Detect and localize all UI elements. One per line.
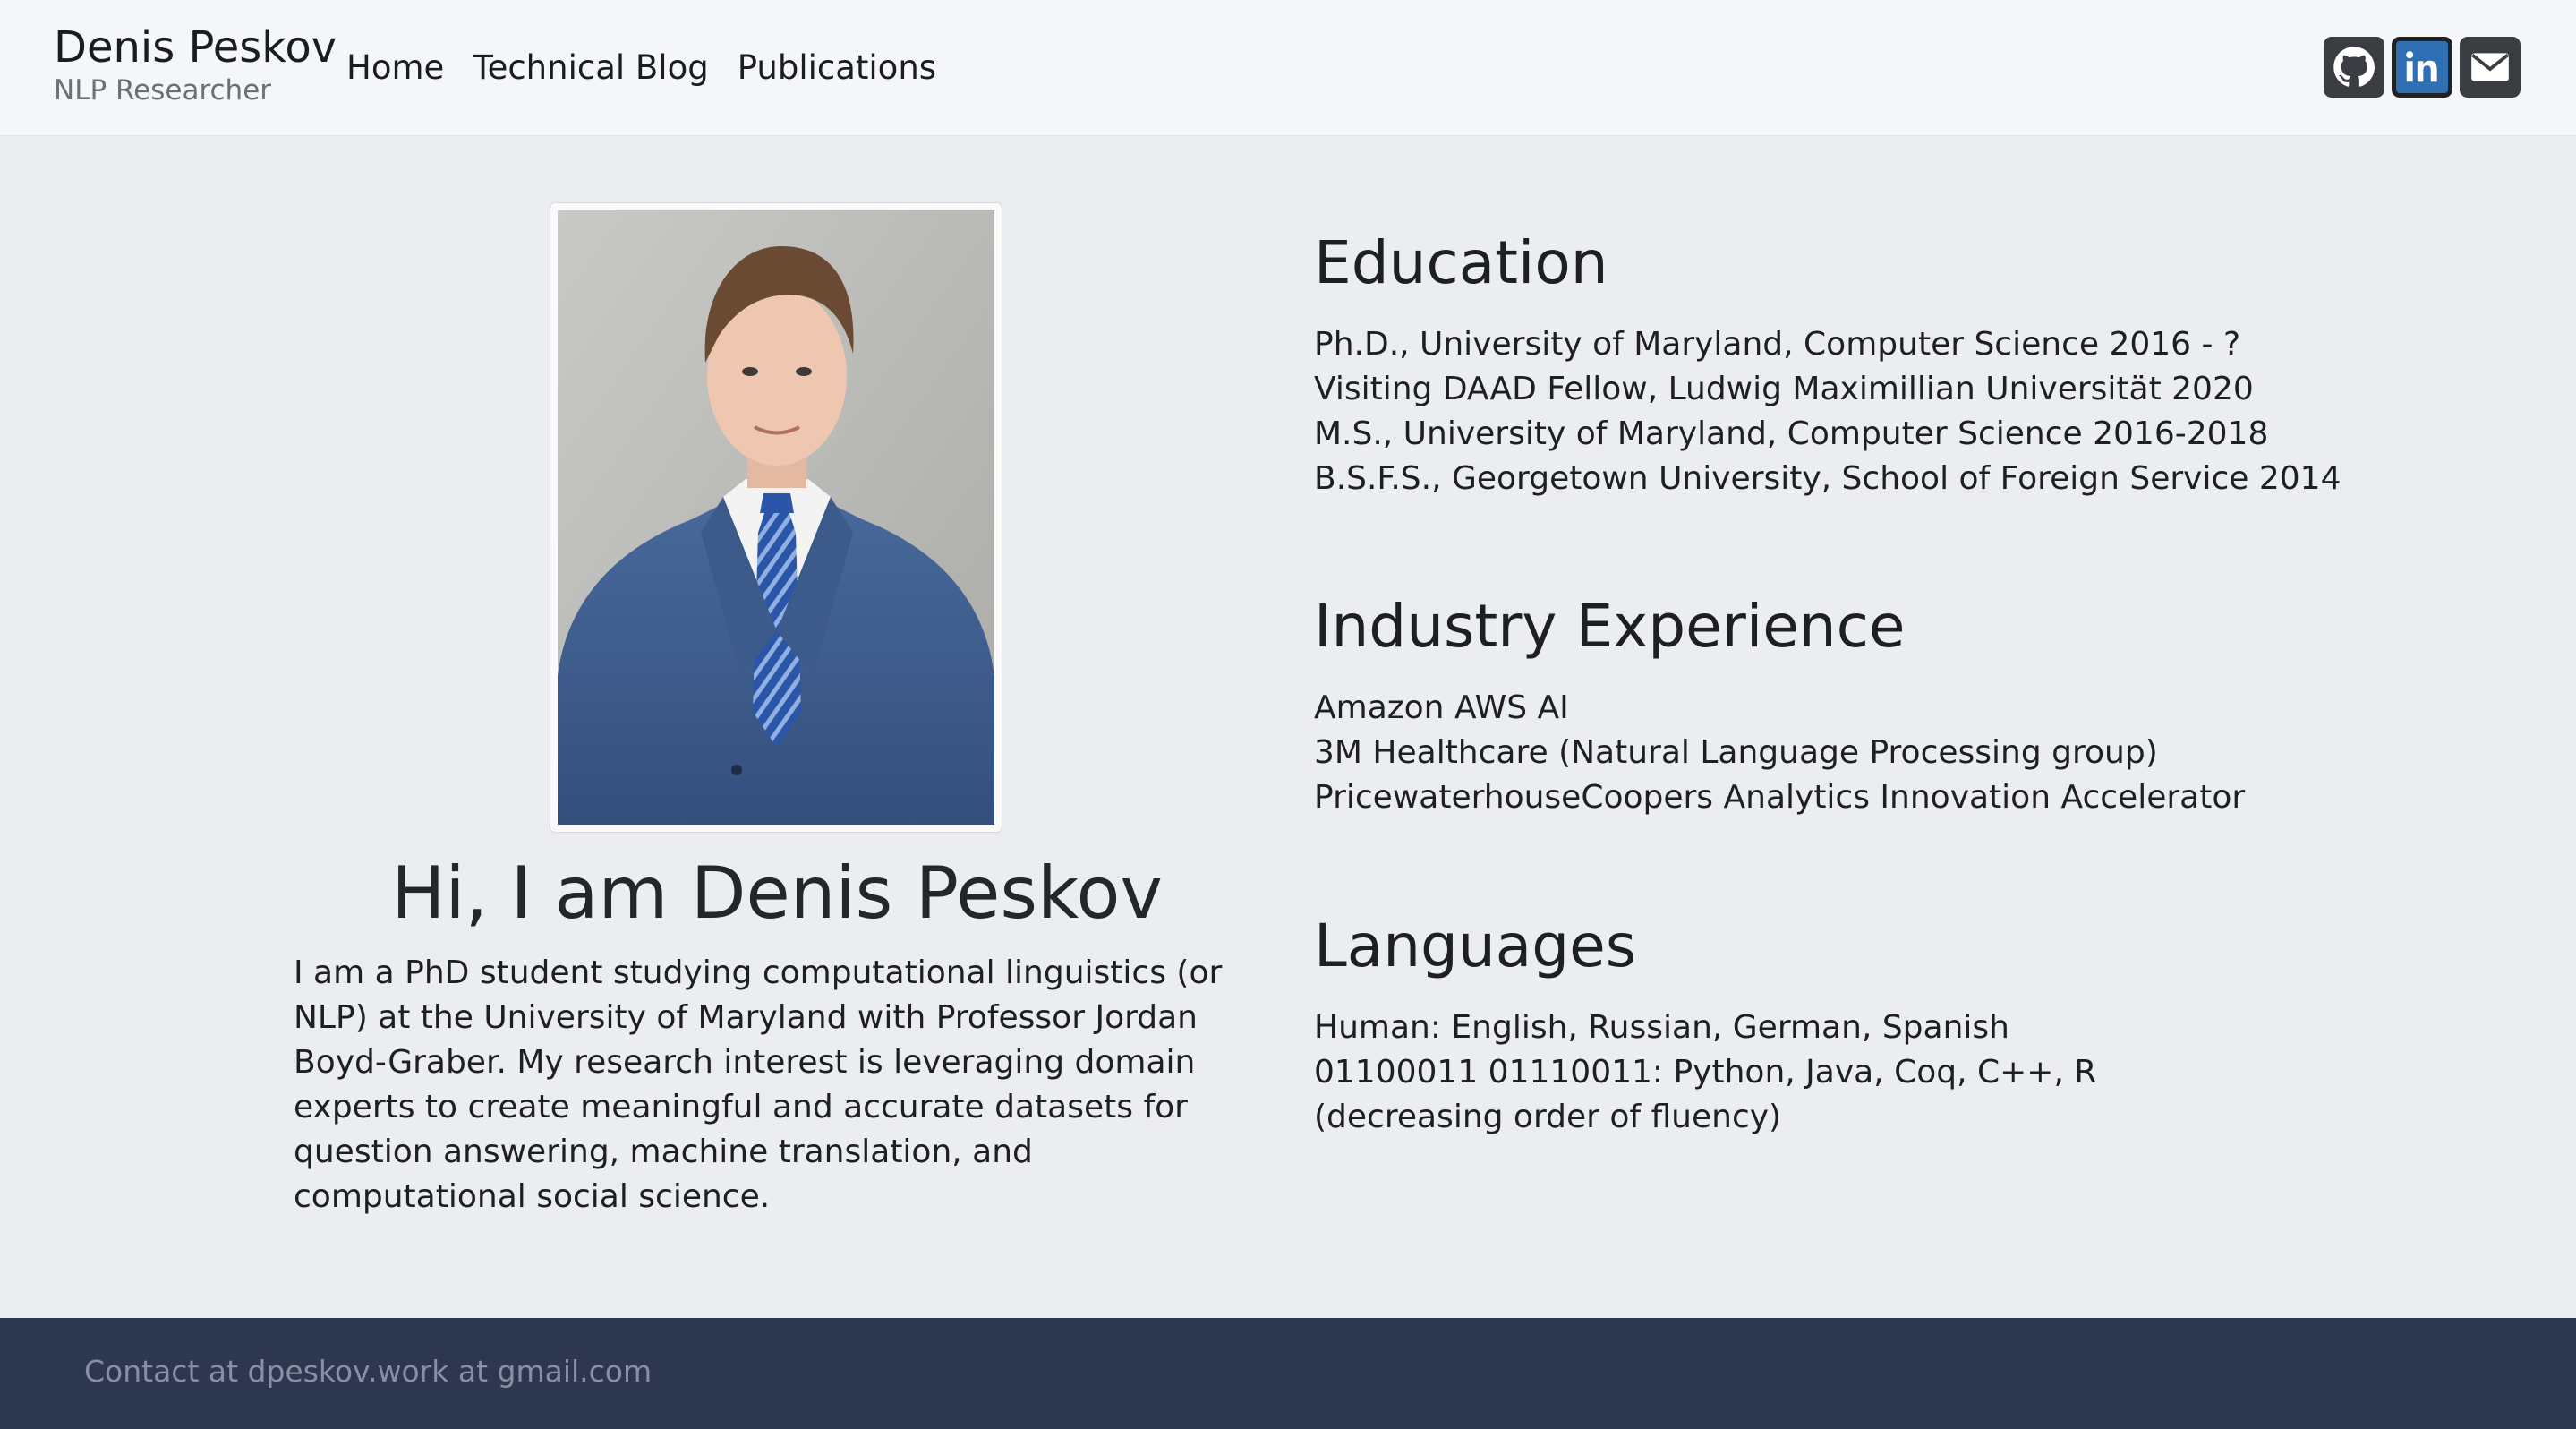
linkedin-button[interactable] (2392, 37, 2452, 98)
linkedin-icon (2406, 51, 2437, 82)
social-links (2324, 37, 2521, 98)
profile-photo-frame (550, 202, 1002, 833)
footer-contact-text: Contact at dpeskov.work at gmail.com (84, 1354, 653, 1389)
education-item: Visiting DAAD Fellow, Ludwig Maximillian… (1314, 371, 2254, 407)
brand[interactable]: Denis Peskov NLP Researcher (54, 21, 337, 107)
footer: Contact at dpeskov.work at gmail.com (0, 1318, 2576, 1429)
education-item: M.S., University of Maryland, Computer S… (1314, 415, 2269, 452)
main-nav: Home Technical Blog Publications (346, 47, 936, 90)
profile-photo (558, 210, 994, 825)
brand-subtitle: NLP Researcher (54, 74, 272, 107)
languages-list: Human: English, Russian, German, Spanish… (1314, 1005, 2433, 1140)
top-navbar: Denis Peskov NLP Researcher Home Technic… (0, 0, 2576, 136)
nav-link-publications[interactable]: Publications (738, 47, 936, 90)
hero-title: Hi, I am Denis Peskov (391, 851, 1163, 935)
education-section: Education Ph.D., University of Maryland,… (1314, 227, 2433, 501)
industry-item: PricewaterhouseCoopers Analytics Innovat… (1314, 779, 2246, 816)
languages-item: Human: English, Russian, German, Spanish (1314, 1009, 2009, 1046)
languages-heading: Languages (1314, 911, 1637, 980)
languages-item: 01100011 01110011: Python, Java, Coq, C+… (1314, 1054, 2097, 1091)
industry-item: 3M Healthcare (Natural Language Processi… (1314, 734, 2158, 771)
nav-link-home[interactable]: Home (346, 47, 444, 90)
nav-link-technical-blog[interactable]: Technical Blog (473, 47, 708, 90)
industry-list: Amazon AWS AI 3M Healthcare (Natural Lan… (1314, 686, 2433, 820)
languages-item: (decreasing order of fluency) (1314, 1099, 1782, 1135)
languages-section: Languages Human: English, Russian, Germa… (1314, 911, 2433, 1140)
education-item: B.S.F.S., Georgetown University, School … (1314, 460, 2341, 497)
education-list: Ph.D., University of Maryland, Computer … (1314, 322, 2433, 501)
industry-heading: Industry Experience (1314, 592, 1906, 661)
github-icon (2333, 47, 2375, 87)
education-item: Ph.D., University of Maryland, Computer … (1314, 326, 2241, 363)
industry-item: Amazon AWS AI (1314, 689, 1569, 726)
industry-section: Industry Experience Amazon AWS AI 3M Hea… (1314, 591, 2433, 820)
email-button[interactable] (2460, 37, 2521, 98)
email-icon (2471, 53, 2509, 81)
github-button[interactable] (2324, 37, 2384, 98)
education-heading: Education (1314, 228, 1608, 297)
intro-paragraph: I am a PhD student studying computationa… (294, 954, 1223, 1215)
brand-name[interactable]: Denis Peskov (54, 21, 337, 73)
